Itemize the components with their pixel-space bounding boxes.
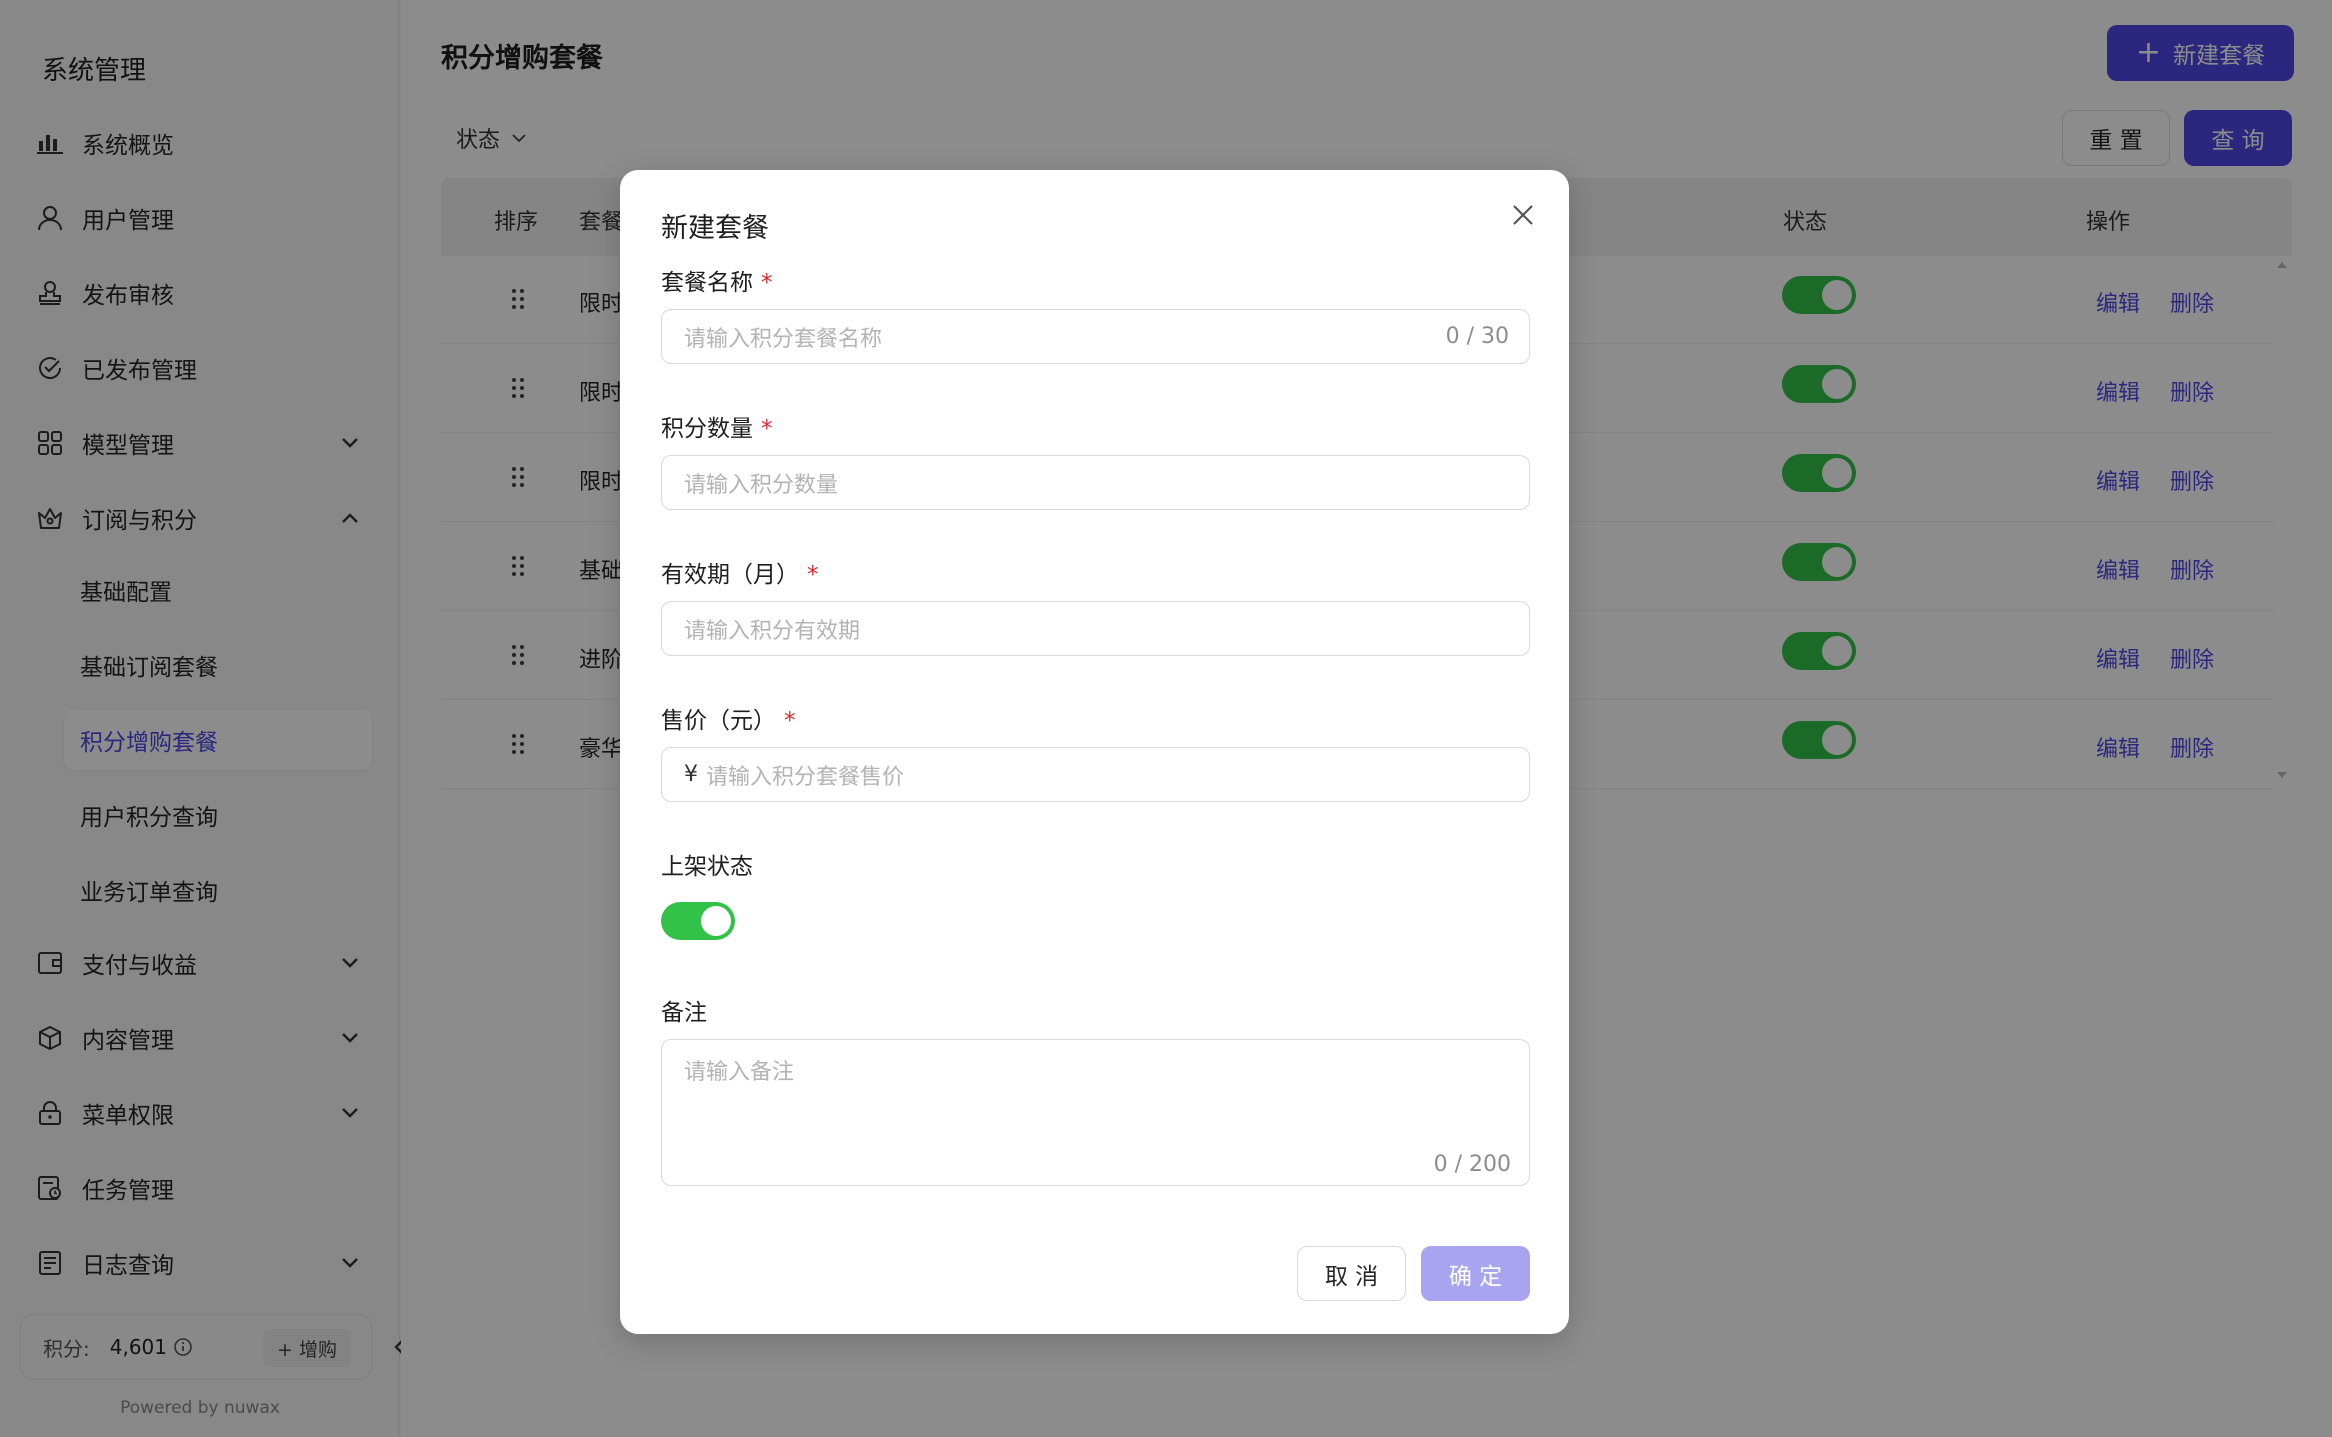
price-input[interactable]: ¥ 请输入积分套餐售价: [661, 747, 1530, 802]
shelf-status-label: 上架状态: [661, 854, 753, 880]
package-name-input[interactable]: 请输入积分套餐名称 0 / 30: [661, 309, 1530, 364]
validity-input[interactable]: 请输入积分有效期: [661, 601, 1530, 656]
remark-textarea[interactable]: 请输入备注 0 / 200: [661, 1039, 1530, 1186]
price-label-text: 售价（元）: [661, 708, 776, 734]
validity-label: 有效期（月） *: [661, 555, 819, 589]
dialog-title: 新建套餐: [661, 213, 769, 244]
name-char-count: 0 / 30: [1445, 324, 1509, 349]
validity-placeholder: 请输入积分有效期: [684, 618, 861, 644]
points-label: 积分数量 *: [661, 409, 773, 443]
remark-placeholder: 请输入备注: [684, 1060, 795, 1085]
name-label: 套餐名称 *: [661, 263, 773, 297]
currency-prefix: ¥: [684, 762, 698, 787]
required-mark: *: [807, 562, 819, 588]
validity-label-text: 有效期（月）: [661, 562, 799, 588]
required-mark: *: [761, 270, 773, 296]
new-package-dialog: 新建套餐 套餐名称 * 请输入积分套餐名称 0 / 30 积分数量 * 请输入积分数…: [620, 170, 1569, 1334]
points-input[interactable]: 请输入积分数量: [661, 455, 1530, 510]
name-label-text: 套餐名称: [661, 270, 753, 296]
name-placeholder: 请输入积分套餐名称: [684, 326, 883, 352]
points-placeholder: 请输入积分数量: [684, 472, 839, 498]
required-mark: *: [761, 416, 773, 442]
required-mark: *: [784, 708, 796, 734]
remark-char-count: 0 / 200: [1433, 1152, 1511, 1177]
confirm-button[interactable]: 确 定: [1421, 1246, 1530, 1301]
cancel-button[interactable]: 取 消: [1297, 1246, 1406, 1301]
shelf-status-toggle[interactable]: [661, 902, 735, 940]
price-placeholder: 请输入积分套餐售价: [706, 764, 905, 790]
close-icon[interactable]: [1508, 200, 1538, 230]
remark-label: 备注: [661, 1000, 707, 1026]
price-label: 售价（元） *: [661, 701, 796, 735]
points-label-text: 积分数量: [661, 416, 753, 442]
